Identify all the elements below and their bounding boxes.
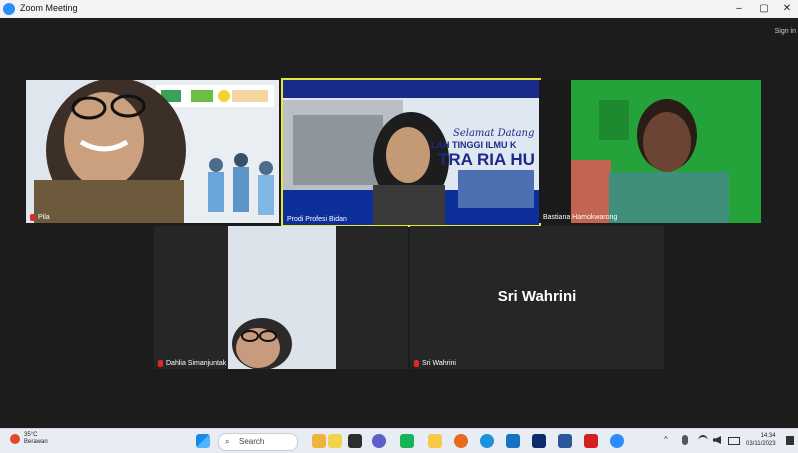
clock-date: 03/11/2023 bbox=[746, 441, 776, 447]
maximize-button[interactable]: ▢ bbox=[753, 2, 775, 16]
search-box[interactable]: ⌕ Search bbox=[218, 433, 298, 451]
minimize-button[interactable]: – bbox=[728, 2, 750, 16]
video-tile-bastiana[interactable]: Bastiana Hamokwarong bbox=[539, 80, 761, 223]
participant-name-pila: Pila bbox=[30, 214, 50, 221]
weather-icon[interactable] bbox=[10, 434, 20, 444]
weather-widget[interactable]: 35°C Berawan bbox=[24, 432, 48, 446]
video-tile-prodi-profesi-bidan[interactable]: Selamat Datang LAH TINGGI ILMU K TRA RIA… bbox=[281, 78, 541, 227]
mic-muted-icon bbox=[30, 214, 35, 221]
window-title: Zoom Meeting bbox=[20, 3, 78, 13]
file-explorer-icon[interactable] bbox=[428, 434, 442, 448]
signin-link[interactable]: Sign in bbox=[775, 28, 796, 35]
video-tile-sri-wahrini[interactable]: Sri Wahrini Sri Wahrini bbox=[410, 226, 664, 369]
name-label: Pila bbox=[38, 214, 50, 221]
weather-desc: Berawan bbox=[24, 439, 48, 445]
wifi-icon[interactable] bbox=[698, 435, 708, 447]
copilot-icon[interactable] bbox=[328, 434, 342, 448]
participant-name-prodi: Prodi Profesi Bidan bbox=[287, 216, 347, 223]
participant-name-dahlia: Dahlia Simanjuntak bbox=[158, 360, 226, 367]
participant-name-bastiana: Bastiana Hamokwarong bbox=[543, 214, 617, 221]
widgets-icon[interactable] bbox=[312, 434, 326, 448]
battery-icon[interactable] bbox=[728, 437, 740, 445]
volume-icon[interactable] bbox=[713, 436, 721, 444]
name-label: Prodi Profesi Bidan bbox=[287, 216, 347, 223]
clock-time: 14:34 bbox=[760, 433, 776, 439]
chevron-up-icon[interactable]: ^ bbox=[664, 435, 668, 444]
video-tile-dahlia[interactable]: Dahlia Simanjuntak bbox=[154, 226, 408, 369]
video-bastiana bbox=[571, 80, 761, 223]
name-label: Sri Wahrini bbox=[422, 360, 456, 367]
search-label: Search bbox=[239, 437, 265, 446]
participant-name-sri: Sri Wahrini bbox=[414, 360, 456, 367]
windows-taskbar: 35°C Berawan ⌕ Search ^ 14:34 03/11/2023 bbox=[0, 428, 798, 453]
window-titlebar: Zoom Meeting – ▢ ✕ bbox=[0, 0, 798, 18]
search-icon: ⌕ bbox=[225, 437, 230, 446]
video-dahlia bbox=[228, 226, 336, 369]
word-icon[interactable] bbox=[558, 434, 572, 448]
zoom-logo-icon bbox=[3, 3, 15, 15]
close-button[interactable]: ✕ bbox=[776, 2, 798, 16]
whatsapp-icon[interactable] bbox=[400, 434, 414, 448]
mic-muted-icon bbox=[414, 360, 419, 367]
firefox-icon[interactable] bbox=[454, 434, 468, 448]
dropbox-icon[interactable] bbox=[532, 434, 546, 448]
store-icon[interactable] bbox=[506, 434, 520, 448]
video-pila bbox=[34, 80, 279, 223]
zoom-taskbar-icon[interactable] bbox=[610, 434, 624, 448]
name-label: Bastiana Hamokwarong bbox=[543, 214, 618, 221]
banner-school-text: LAH TINGGI ILMU K bbox=[431, 140, 517, 150]
name-label: Dahlia Simanjuntak bbox=[166, 360, 227, 367]
notification-icon[interactable] bbox=[786, 436, 794, 445]
meeting-stage: Sign in Pila Selamat Datang LAH TINGGI I… bbox=[0, 18, 798, 428]
task-view-icon[interactable] bbox=[348, 434, 362, 448]
banner-title-text: TRA RIA HU bbox=[438, 150, 535, 169]
clock[interactable]: 14:34 03/11/2023 bbox=[746, 432, 776, 448]
acrobat-icon[interactable] bbox=[584, 434, 598, 448]
weather-temp: 35°C bbox=[24, 432, 38, 438]
video-tile-pila[interactable]: Pila bbox=[26, 80, 279, 223]
microphone-icon[interactable] bbox=[682, 435, 688, 445]
chat-icon[interactable] bbox=[372, 434, 386, 448]
participant-display-name: Sri Wahrini bbox=[497, 288, 577, 305]
banner-welcome-text: Selamat Datang bbox=[453, 128, 535, 139]
edge-icon[interactable] bbox=[480, 434, 494, 448]
mic-muted-icon bbox=[158, 360, 163, 367]
windows-start-icon[interactable] bbox=[196, 434, 210, 448]
